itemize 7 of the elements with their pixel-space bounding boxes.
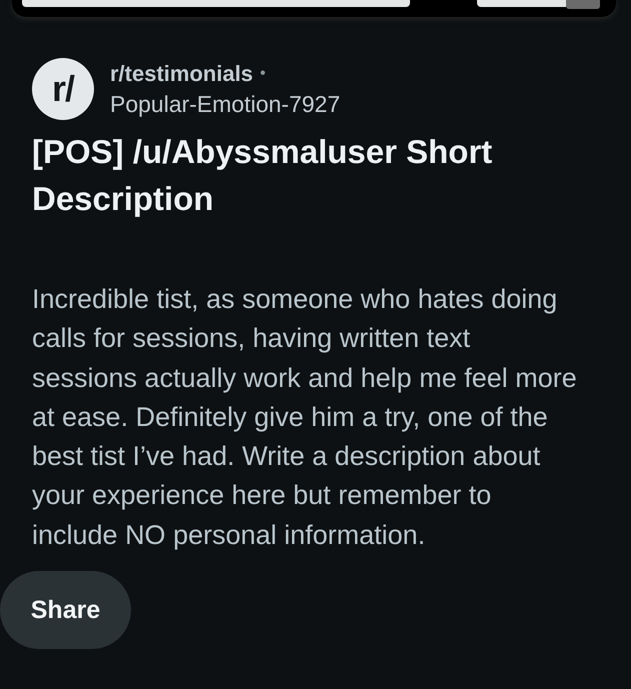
post-title: [POS] /u/Abyssmaluser Short Description (32, 132, 494, 219)
community-avatar[interactable]: r/ (32, 58, 94, 120)
separator-dot: • (260, 64, 266, 82)
community-link[interactable]: r/testimonials (110, 60, 254, 86)
post-body: Incredible tist, as someone who hates doing calls for sessions, having written text sessions actually work and help me feel more at ease. Definitely give him a try, one of the best tist I’ve had. Write a description about your experience here but remember to include NO personal information. (32, 283, 578, 552)
share-button[interactable]: Share (0, 571, 131, 650)
author-link[interactable]: Popular-Emotion-7927 (110, 89, 340, 120)
